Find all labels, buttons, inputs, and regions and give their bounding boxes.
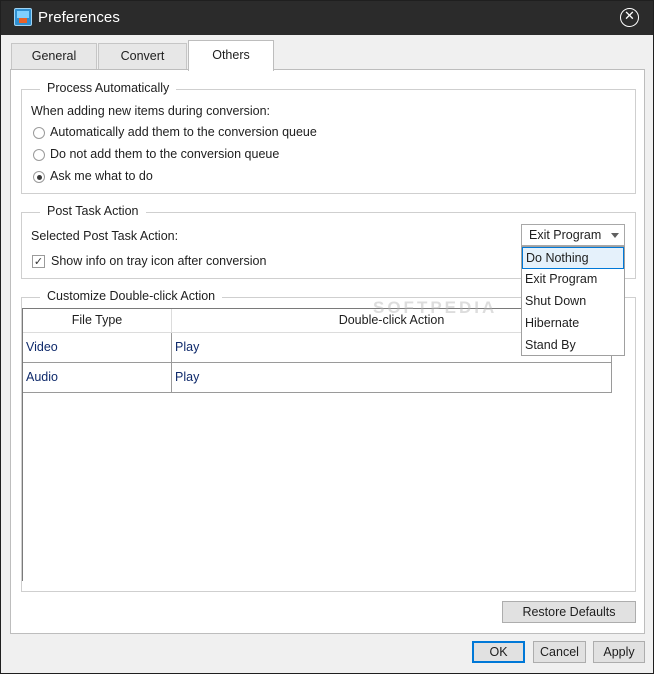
- process-description: When adding new items during conversion:: [31, 104, 271, 118]
- chevron-down-icon[interactable]: [611, 233, 619, 238]
- tab-convert[interactable]: Convert: [98, 43, 187, 69]
- table-row[interactable]: Audio Play: [23, 363, 613, 393]
- tab-general[interactable]: General: [11, 43, 97, 69]
- ok-button[interactable]: OK: [472, 641, 525, 663]
- cell-action[interactable]: Play: [172, 363, 612, 393]
- column-header-file-type[interactable]: File Type: [23, 309, 172, 333]
- radio-ask-me-label[interactable]: Ask me what to do: [50, 169, 153, 183]
- apply-button[interactable]: Apply: [593, 641, 645, 663]
- radio-auto-add-label[interactable]: Automatically add them to the conversion…: [50, 125, 317, 139]
- post-task-action-combo[interactable]: Exit Program: [521, 224, 625, 246]
- others-tab-panel: Process Automatically When adding new it…: [10, 69, 645, 634]
- dropdown-item-exit-program[interactable]: Exit Program: [522, 269, 624, 291]
- tab-others[interactable]: Others: [188, 40, 274, 71]
- cell-file-type[interactable]: Audio: [23, 363, 172, 393]
- app-icon: [14, 8, 32, 26]
- checkmark-icon[interactable]: ✓: [32, 255, 45, 268]
- radio-do-not-add-label[interactable]: Do not add them to the conversion queue: [50, 147, 279, 161]
- combo-selected-value: Exit Program: [529, 228, 602, 242]
- selected-post-task-label: Selected Post Task Action:: [31, 229, 179, 243]
- cancel-button[interactable]: Cancel: [533, 641, 586, 663]
- radio-ask-me[interactable]: [33, 171, 45, 183]
- dropdown-item-shut-down[interactable]: Shut Down: [522, 291, 624, 313]
- process-automatically-group: Process Automatically When adding new it…: [21, 81, 636, 194]
- process-automatically-legend: Process Automatically: [40, 81, 177, 95]
- dropdown-item-do-nothing[interactable]: Do Nothing: [522, 247, 624, 269]
- watermark: SOFTPEDIA: [373, 298, 498, 317]
- tray-info-checkbox-label[interactable]: Show info on tray icon after conversion: [51, 254, 266, 268]
- window-title: Preferences: [38, 9, 120, 26]
- dropdown-item-stand-by[interactable]: Stand By: [522, 335, 624, 357]
- restore-defaults-button[interactable]: Restore Defaults: [502, 601, 636, 623]
- radio-do-not-add[interactable]: [33, 149, 45, 161]
- title-bar: Preferences ✕: [1, 1, 653, 35]
- close-icon[interactable]: ✕: [620, 8, 639, 27]
- preferences-window: Preferences ✕ General Convert Others Pro…: [0, 0, 654, 674]
- dropdown-item-hibernate[interactable]: Hibernate: [522, 313, 624, 335]
- radio-auto-add[interactable]: [33, 127, 45, 139]
- double-click-action-legend: Customize Double-click Action: [40, 289, 223, 303]
- cell-file-type[interactable]: Video: [23, 333, 172, 363]
- post-task-dropdown-list: Do Nothing Exit Program Shut Down Hibern…: [521, 246, 625, 356]
- post-task-action-legend: Post Task Action: [40, 204, 146, 218]
